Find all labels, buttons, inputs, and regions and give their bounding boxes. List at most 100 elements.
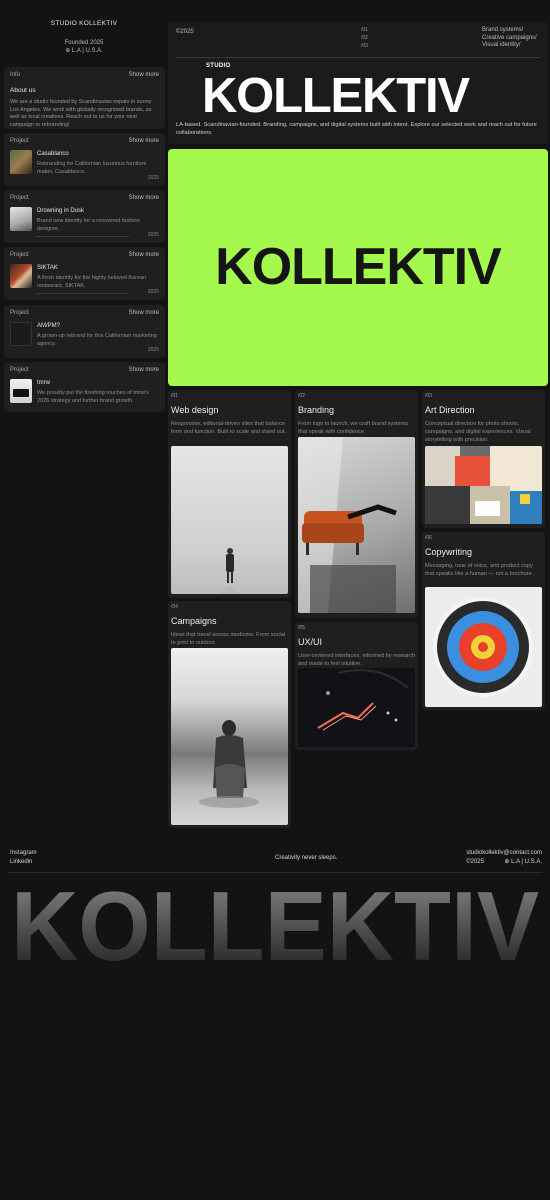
service-title: Branding <box>298 404 335 415</box>
hero-num: /02 <box>361 34 368 41</box>
show-more-button[interactable]: Show more <box>129 366 159 374</box>
service-desc: From logo to launch, we craft brand syst… <box>298 420 409 435</box>
service-desc: Conceptual direction for photo shoots, c… <box>425 420 531 444</box>
person-silhouette-icon <box>219 548 241 594</box>
service-desc: Ideas that travel across mediums. From s… <box>171 631 286 646</box>
hero-logo: KOLLEKTIV <box>202 69 470 123</box>
project-label: Project <box>10 195 29 201</box>
service-image <box>425 587 542 707</box>
beach-person-icon <box>199 720 259 808</box>
hero-card: ©2025 /01 /02 /03 Brand systems/ Creativ… <box>168 22 548 144</box>
show-more-button[interactable]: Show more <box>129 251 159 259</box>
project-title: Drowning in Dusk <box>37 208 85 215</box>
service-number: /02 <box>298 393 305 399</box>
project-label: Project <box>10 252 29 258</box>
linkedin-link[interactable]: Linkedin <box>10 858 37 867</box>
project-year: 2025 <box>147 175 159 182</box>
brand-block: STUDIO KOLLEKTIV Founded 2025 ⊕ L.A | U.… <box>4 20 164 55</box>
project-desc: Brand new identity for a renowned fashio… <box>37 218 140 233</box>
service-card-campaigns[interactable]: /04 Campaigns Ideas that travel across m… <box>168 601 291 828</box>
service-number: /06 <box>425 535 432 541</box>
project-thumbnail <box>10 322 32 347</box>
project-desc: A fresh identity for the highly beloved … <box>37 275 147 290</box>
show-more-button[interactable]: Show more <box>129 137 159 145</box>
service-card-ux-ui[interactable]: /05 UX/UI User-centered interfaces, info… <box>295 622 418 750</box>
service-card-art-direction[interactable]: /03 Art Direction Conceptual direction f… <box>422 390 545 528</box>
service-number: /05 <box>298 625 305 631</box>
about-text: We are a studio founded by Scandinavian … <box>10 98 152 128</box>
service-image <box>298 437 415 613</box>
service-number: /04 <box>171 604 178 610</box>
about-title: About us <box>10 87 36 95</box>
hero-tags: Brand systems/ Creative campaigns/ Visua… <box>482 27 537 50</box>
footer-slogan: Creativity never sleeps. <box>275 855 338 861</box>
footer-contact: studiokollektiv@contact.com ©2025 ⊕ L.A … <box>466 849 542 868</box>
service-image <box>171 446 288 594</box>
footer-social: Instagram Linkedin <box>10 849 37 868</box>
project-thumbnail <box>10 379 32 404</box>
target-icon <box>433 597 533 697</box>
project-card-siktak[interactable]: Project Show more SIKTAK A fresh identity… <box>4 247 165 300</box>
project-title: tmrw <box>37 380 50 387</box>
show-more-button[interactable]: Show more <box>129 194 159 202</box>
service-desc: Responsive, editorial-driven sites that … <box>171 420 287 435</box>
divider <box>176 57 540 58</box>
service-card-branding[interactable]: /02 Branding From logo to launch, we cra… <box>295 390 418 618</box>
service-image <box>298 668 415 747</box>
project-thumbnail <box>10 264 32 289</box>
sofa-photo-icon <box>298 437 397 613</box>
banner-logo: KOLLEKTIV <box>215 238 502 297</box>
project-thumbnail <box>10 207 32 232</box>
project-title: Casablanco <box>37 151 69 158</box>
device-screen-icon <box>298 668 415 747</box>
project-label: Project <box>10 138 29 144</box>
project-desc: A grown-up rebrand for this Californian … <box>37 333 157 348</box>
email-link[interactable]: studiokollektiv@contact.com <box>466 849 542 858</box>
project-desc: Rebranding for Californian luxurious fur… <box>37 161 147 176</box>
project-card-casablanco[interactable]: Project Show more Casablanco Rebranding f… <box>4 133 165 186</box>
service-title: Copywriting <box>425 546 473 557</box>
service-title: Art Direction <box>425 404 475 415</box>
hero-numbers: /01 /02 /03 <box>361 27 368 50</box>
project-card-ampm[interactable]: Project Show more AM/PM? A grown-up rebra… <box>4 305 165 358</box>
hero-copyright: ©2025 <box>176 29 194 35</box>
info-label: Info <box>10 72 21 78</box>
brand-name[interactable]: STUDIO KOLLEKTIV <box>4 20 164 29</box>
service-number: /03 <box>425 393 432 399</box>
service-title: Campaigns <box>171 615 217 626</box>
project-thumbnail <box>10 150 32 175</box>
service-image <box>425 446 542 524</box>
green-logo-banner: KOLLEKTIV <box>168 149 548 386</box>
service-image <box>171 648 288 825</box>
hero-tag[interactable]: Brand systems/ <box>482 27 537 35</box>
info-card: Info Show more About us We are a studio f… <box>4 67 165 129</box>
project-year: 2025 <box>147 347 159 354</box>
hero-tag[interactable]: Visual identity/ <box>482 42 537 50</box>
service-card-copywriting[interactable]: /06 Copywriting Messaging, tone of voice… <box>422 532 545 710</box>
service-desc: User-centered interfaces, informed by re… <box>298 652 415 667</box>
show-more-button[interactable]: Show more <box>129 71 159 79</box>
project-desc: We proudly put the finishing touches of … <box>37 390 149 405</box>
project-label: Project <box>10 310 29 316</box>
hero-num: /03 <box>361 42 368 49</box>
poster-collage-icon <box>425 446 542 524</box>
service-title: Web design <box>171 404 219 415</box>
service-number: /01 <box>171 393 178 399</box>
project-title: AM/PM? <box>37 323 61 330</box>
service-card-web-design[interactable]: /01 Web design Responsive, editorial-dri… <box>168 390 291 598</box>
footer-location: ⊕ L.A | U.S.A. <box>504 859 542 866</box>
footer-copyright: ©2025 <box>466 859 484 866</box>
divider <box>36 236 129 237</box>
project-title: SIKTAK <box>37 265 58 272</box>
hero-num: /01 <box>361 27 368 33</box>
show-more-button[interactable]: Show more <box>129 309 159 317</box>
footer-mega-logo: KOLLEKTIV <box>11 871 539 981</box>
location-text: ⊕ L.A | U.S.A. <box>65 47 103 54</box>
project-label: Project <box>10 367 29 373</box>
instagram-link[interactable]: Instagram <box>10 849 37 858</box>
service-desc: Messaging, tone of voice, and product co… <box>425 562 534 577</box>
project-card-drowning-in-dusk[interactable]: Project Show more Drowning in Dusk Brand … <box>4 190 165 243</box>
hero-tag[interactable]: Creative campaigns/ <box>482 35 537 43</box>
page: STUDIO KOLLEKTIV Founded 2025 ⊕ L.A | U.… <box>0 0 550 1200</box>
project-card-tmrw[interactable]: Project Show more tmrw We proudly put the… <box>4 362 165 412</box>
